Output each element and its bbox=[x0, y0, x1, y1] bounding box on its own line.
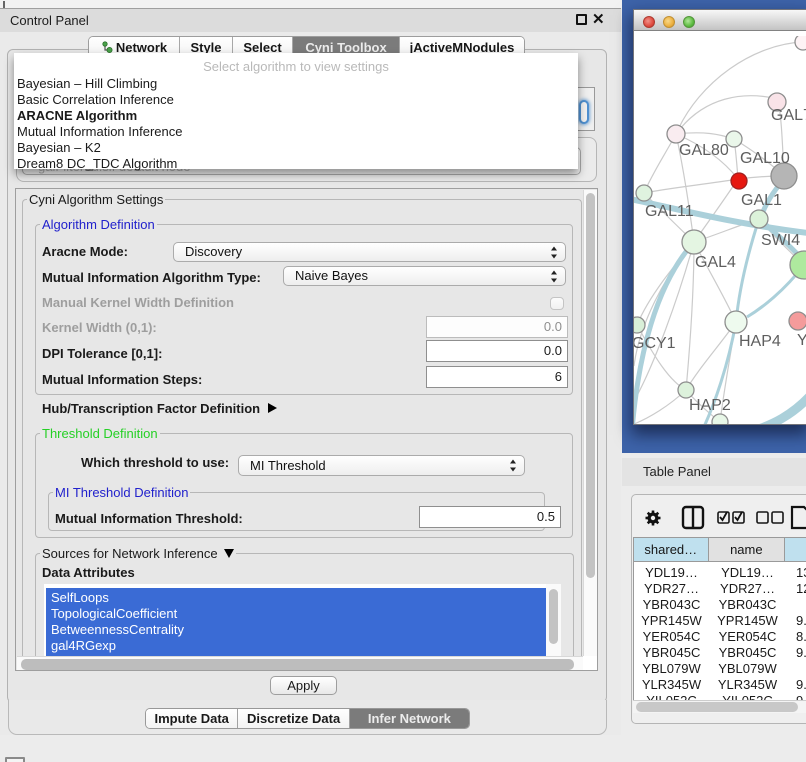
svg-text:HAP4: HAP4 bbox=[739, 333, 781, 350]
svg-text:GAL11: GAL11 bbox=[645, 203, 694, 220]
svg-text:GAL4: GAL4 bbox=[695, 254, 736, 271]
svg-text:HAP2: HAP2 bbox=[689, 397, 731, 414]
svg-text:GAL7: GAL7 bbox=[771, 107, 806, 124]
svg-text:YJ: YJ bbox=[797, 332, 806, 349]
svg-text:GCY1: GCY1 bbox=[634, 335, 676, 352]
svg-text:GAL80: GAL80 bbox=[679, 142, 729, 159]
svg-text:SWI4: SWI4 bbox=[761, 232, 800, 249]
svg-text:GAL10: GAL10 bbox=[740, 150, 790, 167]
svg-text:GAL1: GAL1 bbox=[741, 192, 782, 209]
